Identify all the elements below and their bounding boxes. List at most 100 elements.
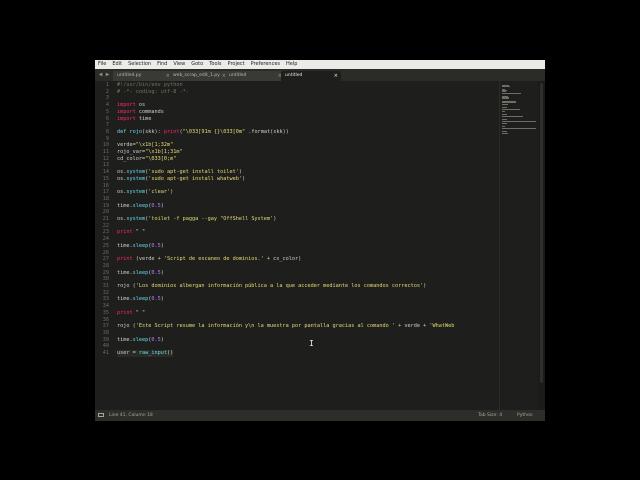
code-token: sleep [132,202,149,209]
code-token: () [166,350,174,356]
code-line[interactable]: verde="\x1b[1;32m" [117,142,173,149]
minimap-line [502,116,523,118]
tab-2[interactable]: web_scrap_edit_1.py × [169,71,229,81]
menu-tools[interactable]: Tools [206,60,224,69]
tab-size-selector[interactable]: Tab Size: 4 [478,410,502,421]
code-line[interactable]: print (verde + 'Script de escaneo de dom… [117,256,301,263]
tab-label: untitled.py [117,73,142,78]
code-token: 'toilet -f pagga --gay "OffShell System' [148,216,274,222]
code-line[interactable]: import time [117,116,151,123]
code-token: time. [117,202,133,209]
code-line[interactable]: def rojo(skk): print("\033[91m {}\033[0m… [117,129,289,136]
code-line[interactable]: rojo_var="\x1b[1;31m" [117,149,183,156]
minimap-line [502,86,511,88]
code-token: ) [273,216,277,222]
menu-find[interactable]: Find [154,60,170,69]
code-token: def [117,128,127,135]
code-token: ) [160,242,164,249]
code-line[interactable]: print " " [117,229,145,236]
code-line[interactable]: os.system('sudo apt-get install whatweb'… [117,176,245,183]
code-view[interactable]: #!/usr/bin/env python # -*- coding: utf-8… [117,81,497,410]
code-token: 0.5 [151,202,161,209]
menu-project[interactable]: Project [225,60,248,69]
code-line[interactable]: time.sleep(0.5) [117,270,164,277]
code-token: "\x1b[1;32m" [135,142,174,149]
line-number: 40 [102,343,109,350]
code-token: 'Script de escaneo de dominios.' [163,256,264,263]
code-line[interactable]: os.system('sudo apt-get install toilet') [117,169,242,176]
code-line[interactable]: os.system('toilet -f pagga --gay "OffShe… [117,216,276,223]
editor-area[interactable]: 1 2 3 4 5 6 7 8 9 10 11 12 13 14 15 16 17 18 19 20 21 22 23 24 2… [95,81,545,410]
panel-toggle-icon[interactable] [98,413,104,417]
line-number: 34 [102,303,109,310]
code-token: print [117,309,133,316]
code-line[interactable]: time.sleep(0.5) [117,296,164,303]
sublime-window: File Edit Selection Find View Goto Tools Projec… [95,60,545,421]
minimap[interactable] [499,81,538,410]
vertical-scrollbar[interactable] [538,81,545,410]
code-token: 'Este Script resume la información y\n l… [135,323,395,330]
menu-file[interactable]: File [95,60,109,69]
tab-close-icon[interactable]: × [334,71,338,81]
code-line[interactable]: user = raw_input() [117,350,174,357]
code-line[interactable]: os.system('clear') [117,189,173,196]
menu-selection[interactable]: Selection [125,60,154,69]
code-token: raw_input [138,350,167,356]
line-number: 35 [102,309,109,316]
cursor-position[interactable]: Line 41, Column 18 [109,410,153,421]
code-line[interactable]: print " " [117,310,145,317]
line-number: 5 [105,108,109,115]
minimap-line [502,123,508,125]
code-token: rojo ( [117,283,136,289]
code-line[interactable]: # -*- coding: utf-8 -*- [117,89,189,96]
menu-view[interactable]: View [170,60,188,69]
line-number: 13 [102,162,109,169]
code-token: rojo [129,128,143,135]
tab-4[interactable]: untitled × [281,71,341,81]
tab-label: untitled [229,73,247,78]
code-token: 'WhatWeb [429,323,455,330]
minimap-line [502,106,508,108]
code-token: "\033[0;m" [145,155,177,162]
minimap-line [502,118,508,120]
line-number: 37 [102,323,109,330]
code-line[interactable]: time.sleep(0.5) [117,203,164,210]
line-number: 3 [105,95,109,102]
line-number: 18 [102,195,109,202]
line-number: 21 [102,216,109,222]
code-line[interactable]: cd_color="\033[0;m" [117,156,176,163]
menu-help[interactable]: Help [283,60,300,69]
scrollbar-thumb[interactable] [540,83,543,383]
line-number: 7 [105,122,109,129]
mouse-cursor-icon: I [309,339,314,348]
code-token: ) [170,189,174,196]
code-line[interactable]: time.sleep(0.5) [117,337,164,344]
code-token: 'sudo apt-get install toilet' [148,169,239,176]
code-line[interactable]: #!/usr/bin/env python [117,82,183,89]
code-token: os. [117,189,127,196]
menu-goto[interactable]: Goto [188,60,206,69]
line-number: 41 [102,350,109,356]
code-token: system [126,189,146,196]
code-token: ) [160,296,164,303]
code-line[interactable]: rojo ('Los dominios albergan información… [117,283,426,290]
minimap-line [502,101,517,103]
code-token: time. [117,336,133,343]
tab-1[interactable]: untitled.py × [113,71,173,81]
code-token: + verde + [394,323,430,330]
code-line[interactable]: time.sleep(0.5) [117,243,164,250]
tab-3[interactable]: untitled × [225,71,285,81]
code-line[interactable]: import os [117,102,145,109]
menu-preferences[interactable]: Preferences [248,60,283,69]
line-number: 29 [102,269,109,276]
menu-edit[interactable]: Edit [109,60,125,69]
tab-scroll-left-icon[interactable]: ◀ [97,70,104,79]
code-token: sleep [132,296,149,303]
line-number: 15 [102,175,109,182]
tab-scroll-right-icon[interactable]: ▶ [104,70,111,79]
code-token: system [126,175,146,182]
code-line[interactable]: import commands [117,109,164,116]
minimap-line [502,109,520,110]
syntax-selector[interactable]: Python [517,410,533,421]
code-line[interactable]: rojo ('Este Script resume la información… [117,323,454,330]
